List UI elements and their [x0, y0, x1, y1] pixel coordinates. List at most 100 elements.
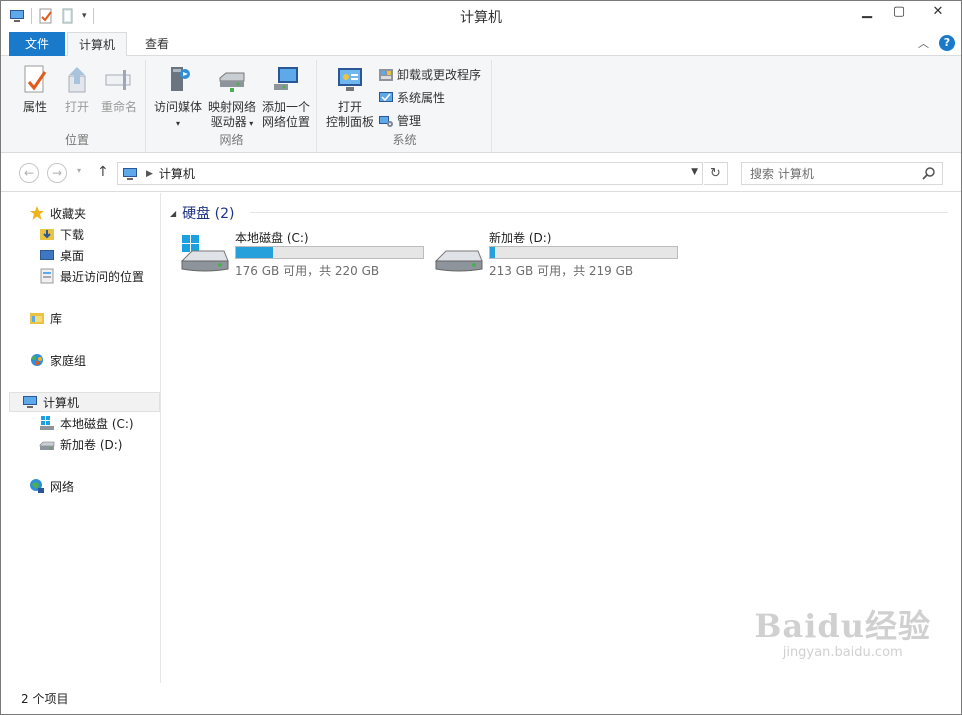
computer-icon: [23, 396, 37, 408]
drive-name: 本地磁盘 (C:): [235, 231, 309, 245]
navigation-pane: 收藏夹 下载 桌面 最近访问的位置 库 家庭组 计算机 本地磁盘 (C:) 新加…: [1, 193, 161, 683]
watermark-brand: Baidu经验: [754, 607, 931, 645]
drive-usage-bar: [489, 246, 678, 259]
collapse-triangle-icon[interactable]: ◢: [170, 209, 176, 218]
minimize-button[interactable]: ▁: [851, 1, 883, 21]
breadcrumb-chevron-icon[interactable]: ▶: [146, 169, 153, 179]
search-icon[interactable]: [922, 166, 936, 180]
star-icon: [30, 206, 44, 220]
tab-view[interactable]: 查看: [131, 32, 183, 56]
access-media-button[interactable]: 访问媒体 ▾: [151, 64, 205, 131]
drive-space-info: 176 GB 可用，共 220 GB: [235, 264, 380, 278]
manage-button[interactable]: 管理: [378, 112, 481, 129]
ribbon-tabs: 文件 计算机 查看: [1, 32, 961, 57]
back-button[interactable]: ←: [19, 163, 39, 183]
drive-item-c[interactable]: 本地磁盘 (C:) 176 GB 可用，共 220 GB: [180, 229, 430, 278]
uninstall-program-button[interactable]: 卸载或更改程序: [378, 66, 481, 83]
tab-file[interactable]: 文件: [9, 32, 65, 56]
status-bar: 2 个项目: [1, 684, 961, 714]
drive-usage-bar: [235, 246, 424, 259]
collapse-ribbon-icon[interactable]: ︿: [918, 35, 929, 51]
watermark: Baidu经验 jingyan.baidu.com: [754, 601, 931, 660]
programs-icon: [379, 68, 393, 81]
search-box[interactable]: [741, 162, 943, 185]
open-button[interactable]: 打开: [57, 64, 97, 115]
nav-recent-places[interactable]: 最近访问的位置: [39, 266, 144, 286]
nav-favorites[interactable]: 收藏夹: [29, 203, 86, 223]
manage-icon: [379, 115, 393, 127]
group-label-network: 网络: [219, 133, 244, 147]
properties-icon: [24, 65, 47, 93]
help-icon[interactable]: ?: [939, 35, 955, 51]
media-server-icon: [171, 67, 190, 91]
recent-places-icon: [40, 268, 54, 284]
system-properties-icon: [379, 91, 393, 102]
rename-button[interactable]: 重命名: [97, 64, 141, 115]
section-title: 硬盘 (2): [182, 206, 235, 222]
group-network: 访问媒体 ▾ 映射网络 驱动器 ▾ 添加一个 网络位置 网络: [147, 60, 317, 152]
homegroup-icon: [31, 354, 43, 366]
drive-usage-fill: [236, 247, 274, 258]
recent-locations-icon[interactable]: ▾: [77, 166, 81, 175]
hard-drive-icon: [434, 250, 483, 272]
item-count: 2 个项目: [21, 692, 69, 706]
network-location-icon: [274, 67, 298, 90]
network-drive-icon: [219, 72, 245, 92]
close-button[interactable]: ✕: [915, 1, 961, 21]
up-arrow-icon[interactable]: ↑: [97, 164, 109, 180]
drive-space-info: 213 GB 可用，共 219 GB: [489, 264, 634, 278]
title-bar: ▾ 计算机 ▁ ▢ ✕: [1, 1, 961, 32]
drive-usage-fill: [490, 247, 496, 258]
open-icon: [68, 67, 86, 93]
address-bar-row: ← → ▾ ↑ ▶ 计算机 ▼ ↻: [1, 154, 961, 192]
drive-name: 新加卷 (D:): [489, 231, 552, 245]
add-network-location-button[interactable]: 添加一个 网络位置: [259, 64, 313, 130]
section-divider: [250, 212, 948, 213]
breadcrumb-computer[interactable]: 计算机: [159, 165, 195, 182]
system-properties-button[interactable]: 系统属性: [378, 89, 481, 106]
rename-icon: [105, 70, 131, 90]
properties-button[interactable]: 属性: [15, 64, 55, 115]
drive-item-d[interactable]: 新加卷 (D:) 213 GB 可用，共 219 GB: [434, 229, 684, 278]
system-small-buttons: 卸载或更改程序 系统属性 管理: [378, 66, 481, 129]
window-controls: ▁ ▢ ✕: [851, 1, 961, 21]
nav-network[interactable]: 网络: [29, 476, 74, 496]
address-bar[interactable]: ▶ 计算机 ▼: [117, 162, 703, 185]
nav-homegroup[interactable]: 家庭组: [29, 350, 86, 370]
window-title: 计算机: [460, 10, 502, 26]
libraries-icon: [30, 313, 44, 324]
hard-drive-icon: [39, 441, 55, 450]
system-drive-icon: [180, 235, 229, 272]
desktop-icon: [40, 250, 54, 260]
control-panel-icon: [338, 68, 362, 91]
tab-computer[interactable]: 计算机: [67, 32, 127, 57]
computer-icon: [123, 167, 137, 180]
dropdown-arrow-icon: ▾: [175, 119, 180, 128]
watermark-url: jingyan.baidu.com: [782, 645, 903, 660]
downloads-folder-icon: [40, 229, 54, 240]
group-location: 属性 打开 重命名 位置: [9, 60, 146, 152]
search-input[interactable]: [750, 166, 920, 181]
group-system: 打开 控制面板 卸载或更改程序 系统属性 管理 系统: [318, 60, 492, 152]
explorer-window: ▾ 计算机 ▁ ▢ ✕ 文件 计算机 查看 ︿ ? 属性 打开 重命名 位置 访…: [0, 0, 962, 715]
group-label-system: 系统: [392, 133, 417, 147]
dropdown-arrow-icon: ▾: [246, 119, 254, 128]
open-control-panel-button[interactable]: 打开 控制面板: [322, 64, 378, 130]
map-network-drive-button[interactable]: 映射网络 驱动器 ▾: [205, 64, 259, 131]
nav-drive-c[interactable]: 本地磁盘 (C:): [39, 413, 134, 433]
group-label-location: 位置: [64, 133, 89, 147]
nav-downloads[interactable]: 下载: [39, 224, 84, 244]
refresh-button[interactable]: ↻: [704, 162, 728, 185]
ribbon-right-controls: ︿ ?: [918, 35, 955, 51]
nav-computer[interactable]: 计算机: [9, 392, 160, 412]
nav-drive-d[interactable]: 新加卷 (D:): [39, 434, 122, 454]
nav-desktop[interactable]: 桌面: [39, 245, 84, 265]
maximize-button[interactable]: ▢: [883, 1, 915, 21]
forward-button[interactable]: →: [47, 163, 67, 183]
network-icon: [30, 479, 44, 493]
system-drive-icon: [40, 416, 54, 430]
section-hard-disks[interactable]: ◢ 硬盘 (2): [170, 203, 234, 223]
address-dropdown-icon[interactable]: ▼: [691, 167, 698, 177]
ribbon: 属性 打开 重命名 位置 访问媒体 ▾ 映射网络 驱动器 ▾ 添加一个 网络位置…: [1, 56, 961, 153]
nav-libraries[interactable]: 库: [29, 308, 62, 328]
